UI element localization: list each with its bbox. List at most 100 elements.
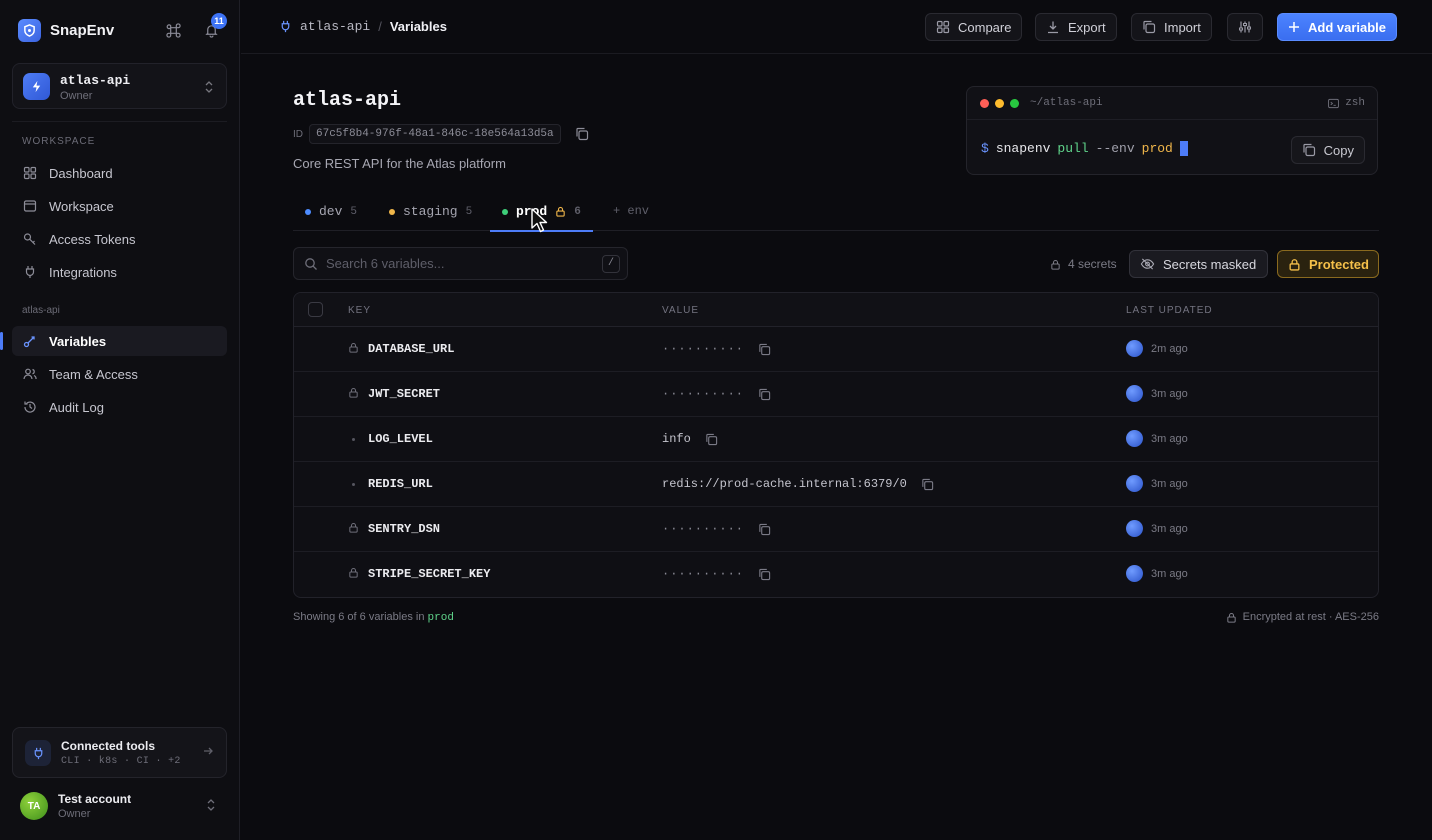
select-all-checkbox[interactable] <box>308 302 323 317</box>
terminal-command: $ snapenv pull --env prod <box>981 141 1188 156</box>
encryption-label: Encrypted at rest · AES-256 <box>1242 611 1379 623</box>
table-row[interactable]: STRIPE_SECRET_KEY ·········· 3m ago <box>294 552 1378 597</box>
export-label: Export <box>1068 19 1106 35</box>
variable-value: ·········· <box>662 522 771 536</box>
copy-icon[interactable] <box>705 433 718 446</box>
export-button[interactable]: Export <box>1035 13 1117 41</box>
brand[interactable]: SnapEnv <box>18 18 114 42</box>
updated-time: 3m ago <box>1151 567 1188 580</box>
chevron-updown-icon <box>206 798 216 815</box>
showing-text: Showing 6 of 6 variables in <box>293 611 425 623</box>
terminal-subcommand: pull <box>1057 141 1089 156</box>
secrets-masked-label: Secrets masked <box>1163 256 1257 272</box>
breadcrumb-project[interactable]: atlas-api <box>300 19 370 34</box>
plug-icon <box>279 20 292 33</box>
copy-command-button[interactable]: Copy <box>1290 136 1365 164</box>
add-env-button[interactable]: + env <box>613 204 649 218</box>
project-switcher-role: Owner <box>60 90 93 102</box>
table-row[interactable]: SENTRY_DSN ·········· 3m ago <box>294 507 1378 552</box>
sidebar-item-audit-log[interactable]: Audit Log <box>12 392 227 422</box>
variable-key[interactable]: DATABASE_URL <box>368 342 454 356</box>
avatar <box>1126 475 1143 492</box>
snapenv-logo-icon <box>18 18 41 42</box>
sidebar-item-dashboard[interactable]: Dashboard <box>12 158 227 188</box>
column-header-updated[interactable]: LAST UPDATED <box>1126 305 1213 316</box>
copy-icon <box>1302 143 1316 157</box>
terminal-prompt: $ <box>981 141 989 156</box>
sidebar-item-team-access[interactable]: Team & Access <box>12 359 227 389</box>
masked-value: ·········· <box>662 387 745 401</box>
protected-badge[interactable]: Protected <box>1277 250 1379 278</box>
tab-staging[interactable]: staging 5 <box>389 192 472 231</box>
encryption-info: Encrypted at rest · AES-256 <box>1226 611 1379 623</box>
masked-value: ·········· <box>662 342 745 356</box>
copy-icon[interactable] <box>758 523 771 536</box>
terminal-cursor <box>1179 141 1188 156</box>
env-dot-icon <box>389 208 395 215</box>
avatar <box>1126 430 1143 447</box>
sidebar-item-variables[interactable]: Variables <box>0 326 227 356</box>
account-switcher[interactable]: TA Test account Owner <box>20 791 220 821</box>
avatar <box>1126 385 1143 402</box>
tab-dev[interactable]: dev 5 <box>305 192 357 231</box>
search-input[interactable] <box>326 256 594 271</box>
lock-icon <box>1226 612 1237 623</box>
project-id-label: ID <box>293 128 303 140</box>
search-field[interactable]: / <box>293 247 628 280</box>
tab-label: staging <box>403 204 458 219</box>
last-updated: 3m ago <box>1126 520 1188 537</box>
project-id-row: ID 67c5f8b4-976f-48a1-846c-18e564a13d5a <box>293 124 589 144</box>
sidebar-item-workspace[interactable]: Workspace <box>12 191 227 221</box>
plug-icon <box>25 740 51 766</box>
breadcrumb: atlas-api / Variables <box>279 19 447 34</box>
table-row[interactable]: DATABASE_URL ·········· 2m ago <box>294 327 1378 372</box>
compare-button[interactable]: Compare <box>925 13 1023 41</box>
lock-icon <box>348 567 359 578</box>
cli-snippet: ~/atlas-api zsh $ snapenv pull --env pro… <box>966 86 1378 175</box>
variable-key[interactable]: LOG_LEVEL <box>368 432 433 446</box>
variable-key[interactable]: REDIS_URL <box>368 477 433 491</box>
copy-icon[interactable] <box>758 343 771 356</box>
column-header-value: VALUE <box>662 305 700 316</box>
secrets-masked-toggle[interactable]: Secrets masked <box>1129 250 1268 278</box>
sidebar: SnapEnv 11 atlas-api Owner WORKSPACE Das… <box>0 0 240 840</box>
connected-tools-card[interactable]: Connected tools CLI · k8s · CI · +2 <box>12 727 227 778</box>
command-icon[interactable] <box>164 21 182 39</box>
table-row[interactable]: REDIS_URL redis://prod-cache.internal:63… <box>294 462 1378 507</box>
import-button[interactable]: Import <box>1131 13 1212 41</box>
copy-icon[interactable] <box>758 388 771 401</box>
table-row[interactable]: JWT_SECRET ·········· 3m ago <box>294 372 1378 417</box>
sidebar-item-access-tokens[interactable]: Access Tokens <box>12 224 227 254</box>
table-row[interactable]: LOG_LEVEL info 3m ago <box>294 417 1378 462</box>
last-updated: 3m ago <box>1126 430 1188 447</box>
search-shortcut: / <box>602 254 620 273</box>
updated-time: 3m ago <box>1151 477 1188 490</box>
add-variable-button[interactable]: Add variable <box>1277 13 1398 41</box>
env-tabs: dev 5 staging 5 prod 6 + env <box>293 192 1379 232</box>
last-updated: 3m ago <box>1126 475 1188 492</box>
project-switcher[interactable]: atlas-api Owner <box>12 63 227 109</box>
variable-key[interactable]: JWT_SECRET <box>368 387 440 401</box>
lock-icon <box>555 206 566 217</box>
variable-key[interactable]: STRIPE_SECRET_KEY <box>368 567 490 581</box>
workspace-section-label: WORKSPACE <box>22 136 96 147</box>
variable-value: redis://prod-cache.internal:6379/0 <box>662 477 934 491</box>
chevron-updown-icon <box>204 80 214 97</box>
variables-table: KEY VALUE LAST UPDATED DATABASE_URL ····… <box>293 292 1379 598</box>
project-description: Core REST API for the Atlas platform <box>293 156 506 171</box>
breadcrumb-separator: / <box>378 19 382 34</box>
column-header-key[interactable]: KEY <box>348 305 371 316</box>
sidebar-item-label: Integrations <box>49 264 117 280</box>
env-dot-icon <box>502 208 508 215</box>
bell-icon[interactable]: 11 <box>202 13 227 39</box>
copy-icon[interactable] <box>575 127 589 141</box>
sidebar-item-integrations[interactable]: Integrations <box>12 257 227 287</box>
variable-key[interactable]: SENTRY_DSN <box>368 522 440 536</box>
footer-env-name: prod <box>427 612 454 624</box>
copy-icon[interactable] <box>758 568 771 581</box>
copy-label: Copy <box>1323 142 1354 158</box>
eye-off-icon <box>1140 257 1155 271</box>
copy-icon[interactable] <box>921 478 934 491</box>
lock-icon <box>1050 259 1061 270</box>
filters-button[interactable] <box>1227 13 1263 41</box>
